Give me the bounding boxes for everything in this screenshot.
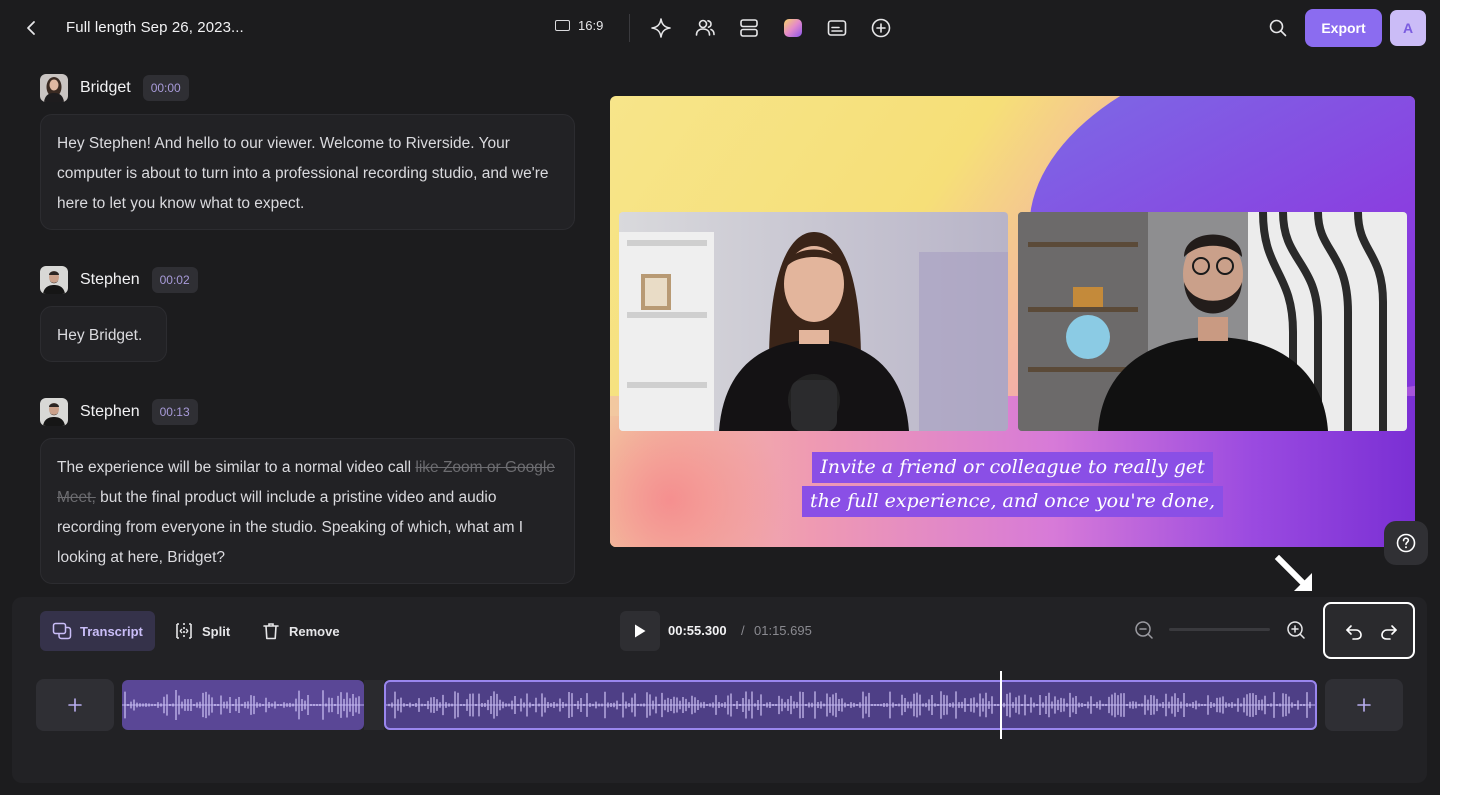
trash-icon xyxy=(263,623,279,640)
toolbar-divider xyxy=(629,14,630,42)
video-tile-stephen[interactable] xyxy=(1018,212,1407,431)
back-icon[interactable] xyxy=(20,16,44,40)
annotation-arrow-icon xyxy=(1274,554,1314,593)
speaker-header: Stephen 00:02 xyxy=(40,266,198,294)
speaker-name: Stephen xyxy=(80,403,140,420)
help-icon[interactable] xyxy=(1384,521,1428,565)
bridget-avatar xyxy=(40,74,68,102)
zoom-out-icon[interactable] xyxy=(1133,619,1155,641)
layout-icon[interactable] xyxy=(735,14,763,42)
zoom-in-icon[interactable] xyxy=(1285,619,1307,641)
play-icon xyxy=(635,624,646,638)
timeline-clip-selected[interactable] xyxy=(384,680,1317,730)
brand-kit-icon[interactable] xyxy=(779,14,807,42)
play-button[interactable] xyxy=(620,611,660,651)
caption-overlay[interactable]: Invite a friend or colleague to really g… xyxy=(610,452,1415,517)
timeline-clip[interactable] xyxy=(122,680,364,730)
undo-icon[interactable] xyxy=(1340,618,1368,646)
segment-text: Hey Stephen! And hello to our viewer. We… xyxy=(57,135,549,212)
segment-text: The experience will be similar to a norm… xyxy=(57,459,416,476)
segment-text: but the final product will include a pri… xyxy=(57,489,524,566)
add-clip-after-button[interactable] xyxy=(1325,679,1403,731)
top-bar: Full length Sep 26, 2023... 16:9 Export … xyxy=(0,0,1440,56)
caption-line: the full experience, and once you're don… xyxy=(801,486,1224,517)
export-button[interactable]: Export xyxy=(1305,9,1382,47)
video-tile-bridget[interactable] xyxy=(619,212,1008,431)
timestamp-badge[interactable]: 00:00 xyxy=(142,75,189,101)
redo-icon[interactable] xyxy=(1375,618,1403,646)
transcript-segment[interactable]: The experience will be similar to a norm… xyxy=(40,438,575,584)
clip-gap xyxy=(364,680,384,730)
sparkle-icon[interactable] xyxy=(647,14,675,42)
transcript-icon xyxy=(52,622,72,640)
search-icon[interactable] xyxy=(1264,14,1292,42)
waveform xyxy=(386,691,1315,719)
playhead[interactable] xyxy=(1000,671,1002,739)
undo-redo-group xyxy=(1323,602,1415,659)
transcript-segment[interactable]: Hey Stephen! And hello to our viewer. We… xyxy=(40,114,575,230)
transcript-tab[interactable]: Transcript xyxy=(40,611,155,651)
aspect-ratio-button[interactable]: 16:9 xyxy=(555,18,603,33)
remove-label: Remove xyxy=(289,623,340,639)
speaker-header: Stephen 00:13 xyxy=(40,398,198,426)
speaker-header: Bridget 00:00 xyxy=(40,74,189,102)
total-duration: 01:15.695 xyxy=(754,623,812,638)
aspect-ratio-icon xyxy=(555,20,570,31)
remove-button[interactable]: Remove xyxy=(249,611,352,651)
current-time: 00:55.300 xyxy=(668,623,727,638)
project-title[interactable]: Full length Sep 26, 2023... xyxy=(66,19,244,36)
plus-icon xyxy=(1357,698,1371,712)
speaker-name: Bridget xyxy=(80,79,131,96)
timestamp-badge[interactable]: 00:02 xyxy=(151,267,198,293)
split-icon xyxy=(176,623,192,639)
plus-icon xyxy=(68,698,82,712)
segment-text: Hey Bridget. xyxy=(57,327,143,344)
speakers-icon[interactable] xyxy=(691,14,719,42)
split-button[interactable]: Split xyxy=(162,611,242,651)
waveform xyxy=(122,690,364,720)
timeline-panel: Transcript Split Remove 00:55.300 / 01:1… xyxy=(12,597,1427,783)
add-circle-icon[interactable] xyxy=(867,14,895,42)
transcript-label: Transcript xyxy=(80,623,143,639)
editor-window: Full length Sep 26, 2023... 16:9 Export … xyxy=(0,0,1440,795)
aspect-ratio-label: 16:9 xyxy=(578,18,604,33)
captions-icon[interactable] xyxy=(823,14,851,42)
stephen-avatar xyxy=(40,398,68,426)
split-label: Split xyxy=(202,623,231,639)
zoom-slider[interactable] xyxy=(1169,628,1270,631)
video-preview[interactable]: Invite a friend or colleague to really g… xyxy=(610,96,1415,547)
transcript-segment[interactable]: Hey Bridget. xyxy=(40,306,167,362)
timestamp-badge[interactable]: 00:13 xyxy=(151,399,198,425)
stephen-avatar xyxy=(40,266,68,294)
speaker-name: Stephen xyxy=(80,271,140,288)
caption-line: Invite a friend or colleague to really g… xyxy=(812,452,1213,483)
time-separator: / xyxy=(741,623,745,638)
user-avatar[interactable]: A xyxy=(1390,10,1426,46)
add-clip-before-button[interactable] xyxy=(36,679,114,731)
